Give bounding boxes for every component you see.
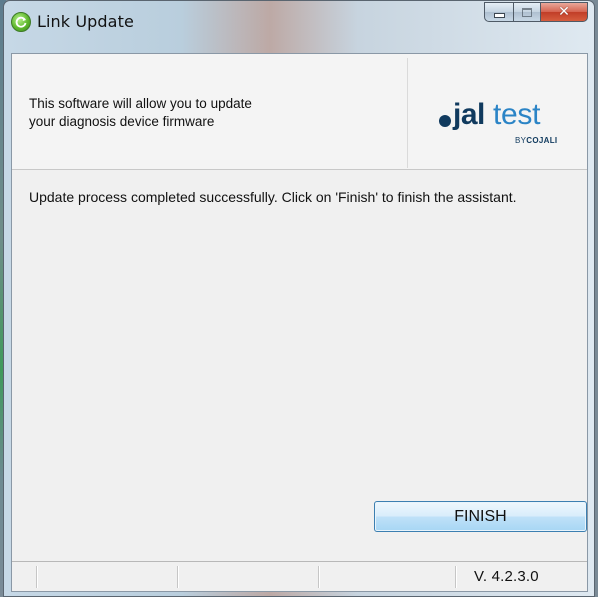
logo-dot bbox=[439, 115, 451, 127]
status-message: Update process completed successfully. C… bbox=[29, 189, 517, 205]
jaltest-logo: jal test BYCOJALI bbox=[439, 91, 579, 151]
header-divider bbox=[407, 58, 408, 168]
logo-text-bold: jal bbox=[453, 98, 485, 131]
minimize-icon bbox=[493, 12, 505, 18]
status-bar-separator bbox=[36, 566, 37, 588]
logo-sub-brand: COJALI bbox=[526, 136, 558, 145]
header-description: This software will allow you to update y… bbox=[29, 95, 389, 131]
title-bar[interactable]: Link Update ✕ bbox=[4, 1, 594, 45]
logo-sub-prefix: BY bbox=[515, 136, 527, 145]
close-button[interactable]: ✕ bbox=[540, 2, 588, 22]
window-title: Link Update bbox=[37, 12, 134, 31]
status-bar-separator bbox=[318, 566, 319, 588]
status-bar: V. 4.2.3.0 bbox=[12, 561, 587, 591]
logo-subtitle: BYCOJALI bbox=[515, 136, 557, 145]
status-bar-separator bbox=[177, 566, 178, 588]
window-controls: ✕ bbox=[484, 2, 588, 22]
minimize-button[interactable] bbox=[484, 2, 513, 22]
maximize-button[interactable] bbox=[513, 2, 540, 22]
version-label: V. 4.2.3.0 bbox=[474, 568, 539, 585]
header-panel: This software will allow you to update y… bbox=[12, 54, 587, 170]
status-bar-separator bbox=[455, 566, 456, 588]
dialog-client-area: This software will allow you to update y… bbox=[11, 53, 588, 592]
header-description-line2: your diagnosis device firmware bbox=[29, 114, 215, 129]
header-description-line1: This software will allow you to update bbox=[29, 96, 252, 111]
refresh-icon bbox=[11, 12, 31, 32]
maximize-icon bbox=[522, 7, 532, 17]
logo-text-light: test bbox=[493, 98, 541, 131]
close-icon: ✕ bbox=[558, 4, 570, 20]
finish-button[interactable]: FINISH bbox=[374, 501, 587, 532]
link-update-window: Link Update ✕ This software will allow y… bbox=[3, 0, 595, 597]
